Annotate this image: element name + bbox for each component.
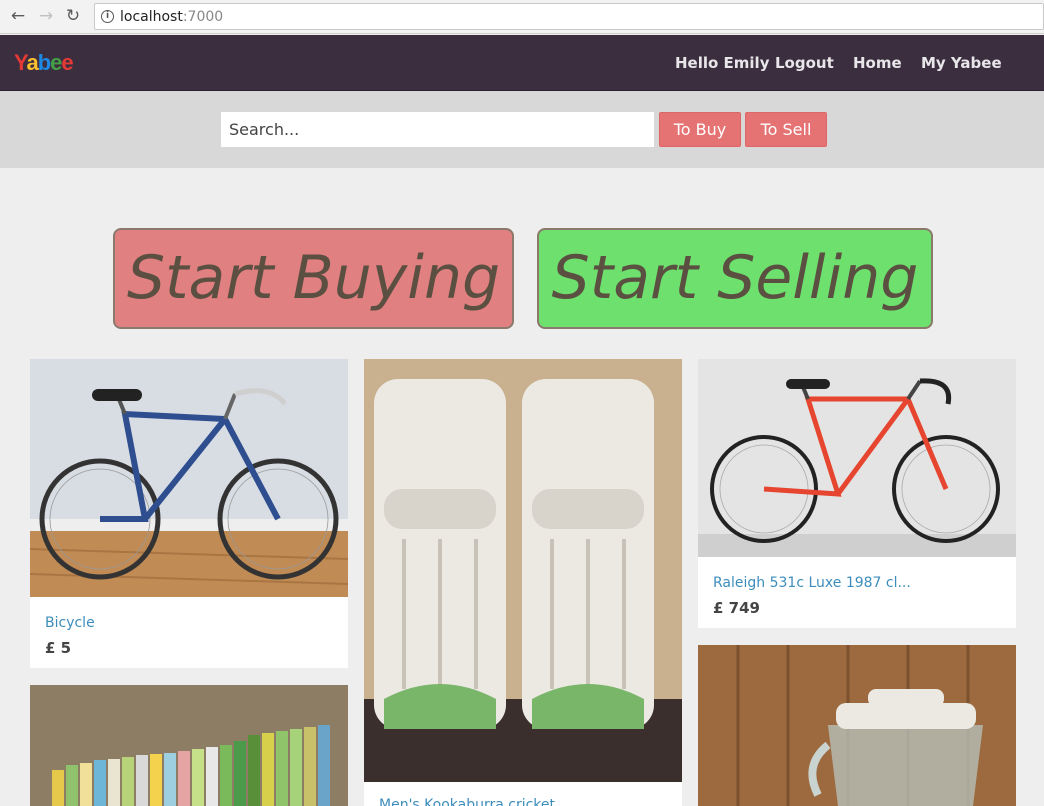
address-bar[interactable]: i localhost:7000 bbox=[94, 3, 1044, 30]
forward-arrow-icon[interactable]: → bbox=[36, 6, 56, 26]
listing-title[interactable]: Men's Kookaburra cricket bbox=[379, 797, 555, 806]
listing-image[interactable] bbox=[30, 685, 348, 806]
listing-image[interactable] bbox=[364, 359, 682, 782]
listing-card[interactable]: Men's Kookaburra cricket bbox=[364, 359, 682, 806]
back-arrow-icon[interactable]: ← bbox=[8, 6, 28, 26]
home-link[interactable]: Home bbox=[853, 54, 902, 72]
search-bar: To Buy To Sell bbox=[0, 91, 1044, 168]
url-text: localhost:7000 bbox=[120, 9, 224, 25]
info-icon[interactable]: i bbox=[101, 10, 114, 23]
reload-icon[interactable]: ↻ bbox=[63, 6, 83, 26]
user-greeting: Hello Emily bbox=[675, 54, 770, 72]
start-selling-button[interactable]: Start Selling bbox=[537, 228, 933, 329]
listing-image[interactable] bbox=[698, 359, 1016, 557]
listing-card[interactable]: Raleigh 531c Luxe 1987 cl... £ 749 bbox=[698, 359, 1016, 628]
listing-price: £ 749 bbox=[713, 599, 760, 617]
listing-card[interactable]: Bicycle £ 5 bbox=[30, 359, 348, 668]
listing-price: £ 5 bbox=[45, 639, 72, 657]
listing-image[interactable] bbox=[30, 359, 348, 597]
site-header: Yabee Hello Emily Logout Home My Yabee bbox=[0, 35, 1044, 91]
to-buy-button[interactable]: To Buy bbox=[659, 112, 741, 147]
start-buying-button[interactable]: Start Buying bbox=[113, 228, 514, 329]
yabee-logo[interactable]: Yabee bbox=[14, 50, 74, 76]
listing-card[interactable] bbox=[698, 645, 1016, 806]
listing-card[interactable] bbox=[30, 685, 348, 806]
browser-toolbar: ← → ↻ i localhost:7000 bbox=[0, 0, 1044, 34]
search-input[interactable] bbox=[221, 112, 654, 147]
listing-image[interactable] bbox=[698, 645, 1016, 806]
my-yabee-link[interactable]: My Yabee bbox=[921, 54, 1002, 72]
logout-link[interactable]: Logout bbox=[775, 54, 834, 72]
listing-title[interactable]: Raleigh 531c Luxe 1987 cl... bbox=[713, 575, 911, 591]
to-sell-button[interactable]: To Sell bbox=[745, 112, 827, 147]
listing-title[interactable]: Bicycle bbox=[45, 615, 95, 631]
